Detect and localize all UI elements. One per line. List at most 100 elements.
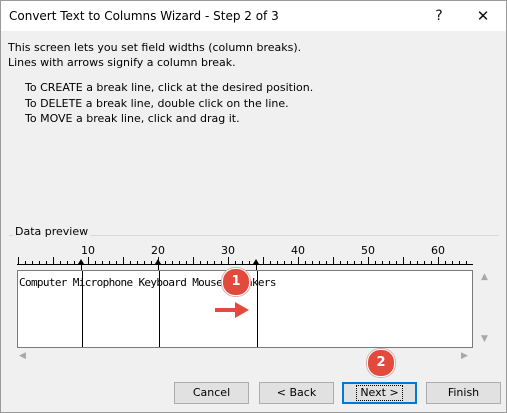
ruler-tick (116, 261, 117, 264)
ruler-tick (270, 261, 271, 264)
finish-button[interactable]: Finish (426, 382, 501, 404)
horizontal-scrollbar[interactable]: ◀ ▶ (17, 349, 473, 363)
scroll-down-icon[interactable]: ▼ (481, 334, 488, 344)
ruler-tick (228, 257, 229, 264)
ruler-tick (368, 257, 369, 264)
ruler-tick (277, 261, 278, 264)
window-title: Convert Text to Columns Wizard - Step 2 … (9, 9, 279, 23)
ruler-tick (396, 261, 397, 264)
ruler-tick (207, 261, 208, 264)
ruler-tick (172, 261, 173, 264)
ruler-tick (235, 261, 236, 264)
ruler-tick (179, 261, 180, 264)
instruction-move: To MOVE a break line, click and drag it. (25, 112, 240, 125)
ruler-tick (102, 261, 103, 264)
ruler-tick (305, 261, 306, 264)
ruler-tick (242, 261, 243, 264)
ruler-tick (452, 261, 453, 264)
ruler-tick (424, 261, 425, 264)
cancel-button-label: Cancel (192, 386, 231, 399)
ruler-tick (186, 261, 187, 264)
next-button-label: Next > (356, 385, 403, 401)
ruler-axis (17, 264, 473, 265)
ruler-tick (298, 257, 299, 264)
ruler-tick (214, 261, 215, 264)
instruction-create: To CREATE a break line, click at the des… (25, 81, 314, 94)
ruler-tick (361, 261, 362, 264)
ruler-tick (312, 261, 313, 264)
annotation-badge-2: 2 (367, 349, 395, 377)
ruler-tick (410, 261, 411, 264)
ruler-tick (151, 261, 152, 264)
ruler-tick (319, 261, 320, 264)
ruler-tick (389, 261, 390, 264)
ruler-tick (137, 261, 138, 264)
intro-line-1: This screen lets you set field widths (c… (8, 41, 302, 54)
back-button[interactable]: < Back (259, 382, 334, 404)
scroll-left-icon[interactable]: ◀ (19, 351, 26, 361)
ruler-tick (340, 261, 341, 264)
ruler-tick (326, 261, 327, 264)
close-icon[interactable]: ✕ (463, 4, 503, 28)
ruler-tick (284, 261, 285, 264)
back-button-label: < Back (276, 386, 317, 399)
right-arrow-icon (215, 302, 249, 318)
ruler-tick (431, 261, 432, 264)
ruler-tick (375, 261, 376, 264)
data-preview-label: Data preview (13, 225, 91, 238)
ruler-tick (221, 261, 222, 264)
ruler-tick (32, 261, 33, 264)
ruler-tick (347, 261, 348, 264)
annotation-badge-1: 1 (222, 268, 250, 296)
ruler-tick (25, 261, 26, 264)
scroll-up-icon[interactable]: ▲ (481, 272, 488, 282)
ruler-tick (445, 261, 446, 264)
wizard-dialog: Convert Text to Columns Wizard - Step 2 … (0, 0, 507, 413)
ruler-tick (46, 261, 47, 264)
finish-button-label: Finish (447, 386, 480, 399)
ruler-tick (39, 261, 40, 264)
ruler-tick (60, 261, 61, 264)
ruler-tick (144, 261, 145, 264)
ruler-tick (438, 257, 439, 264)
ruler-tick (88, 257, 89, 264)
ruler-tick (74, 261, 75, 264)
help-icon[interactable]: ? (419, 4, 459, 28)
ruler-tick (95, 261, 96, 264)
ruler-tick (333, 257, 334, 264)
column-break-line[interactable] (82, 271, 83, 347)
ruler-tick (459, 261, 460, 264)
ruler-label: 20 (151, 244, 165, 257)
next-button[interactable]: Next > (342, 382, 417, 404)
ruler-tick (53, 257, 54, 264)
instruction-delete: To DELETE a break line, double click on … (25, 97, 289, 110)
ruler-tick (354, 261, 355, 264)
ruler-tick (130, 261, 131, 264)
ruler-tick (291, 261, 292, 264)
ruler-label: 40 (291, 244, 305, 257)
ruler-tick (249, 261, 250, 264)
ruler-tick (165, 261, 166, 264)
cancel-button[interactable]: Cancel (174, 382, 249, 404)
ruler-tick (417, 261, 418, 264)
ruler-tick (67, 261, 68, 264)
column-ruler[interactable]: 10 20 30 40 50 60 (17, 244, 473, 270)
ruler-label: 50 (361, 244, 375, 257)
column-break-line[interactable] (159, 271, 160, 347)
ruler-tick (263, 257, 264, 264)
intro-line-2: Lines with arrows signify a column break… (8, 56, 236, 69)
ruler-tick (200, 261, 201, 264)
ruler-tick (109, 261, 110, 264)
vertical-scrollbar[interactable]: ▲ ▼ (477, 270, 494, 348)
title-bar: Convert Text to Columns Wizard - Step 2 … (1, 1, 506, 31)
ruler-tick (193, 257, 194, 264)
ruler-tick (123, 257, 124, 264)
column-break-line[interactable] (257, 271, 258, 347)
ruler-tick (382, 261, 383, 264)
ruler-label: 30 (221, 244, 235, 257)
ruler-label: 60 (431, 244, 445, 257)
scroll-right-icon[interactable]: ▶ (461, 351, 468, 361)
ruler-tick (403, 257, 404, 264)
ruler-label: 10 (81, 244, 95, 257)
ruler-tick (466, 261, 467, 264)
